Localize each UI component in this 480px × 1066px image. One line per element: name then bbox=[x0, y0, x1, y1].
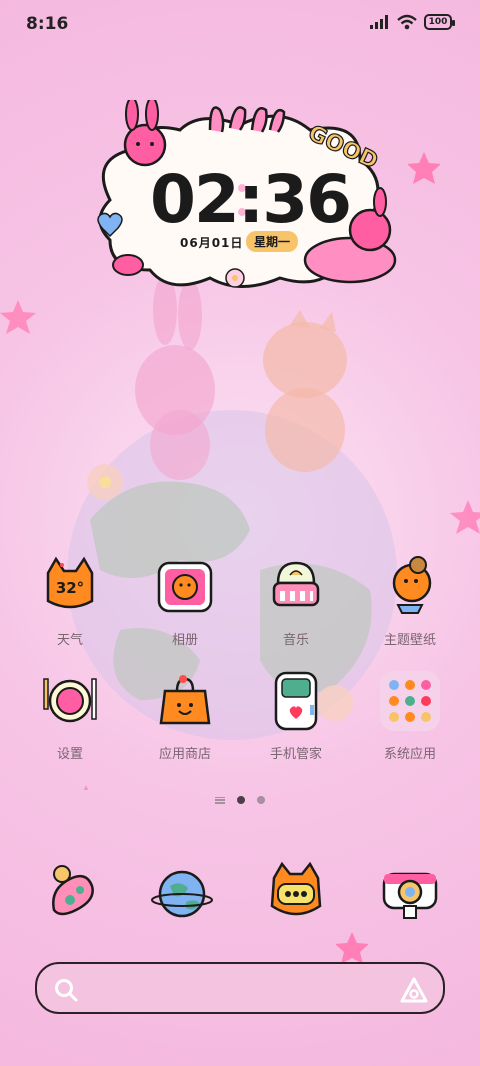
svg-text:32°: 32° bbox=[56, 579, 84, 597]
app-label: 设置 bbox=[56, 747, 83, 762]
dock bbox=[0, 860, 480, 930]
app-weather[interactable]: 32° 天气 bbox=[15, 555, 125, 648]
star-decoration-icon bbox=[408, 152, 440, 184]
theme-icon bbox=[392, 556, 432, 614]
messages-icon[interactable] bbox=[264, 860, 328, 924]
app-label: 主题壁纸 bbox=[383, 633, 436, 648]
app-music[interactable]: 音乐 bbox=[241, 555, 351, 648]
app-store-icon bbox=[159, 675, 211, 725]
star-decoration-icon bbox=[336, 932, 368, 964]
app-label: 系统应用 bbox=[383, 747, 436, 762]
status-time: 8:16 bbox=[26, 14, 69, 34]
app-theme[interactable]: 主题壁纸 bbox=[355, 555, 465, 648]
ai-assistant-icon[interactable] bbox=[399, 976, 429, 1004]
clock-weekday-badge: 星期一 bbox=[246, 231, 299, 252]
clock-widget[interactable]: GOOD 02:36 06月01日 星期一 bbox=[70, 100, 410, 300]
page-dot[interactable] bbox=[257, 796, 265, 804]
app-label: 相册 bbox=[171, 633, 198, 648]
app-gallery[interactable]: 相册 bbox=[130, 555, 240, 648]
signal-icon bbox=[370, 15, 388, 29]
battery-icon: 100 bbox=[424, 14, 455, 30]
app-phone-manager[interactable]: 手机管家 bbox=[241, 669, 351, 762]
clock-date: 06月01日 bbox=[180, 236, 244, 250]
weather-icon: 32° bbox=[46, 556, 94, 609]
search-icon[interactable] bbox=[53, 977, 79, 1003]
app-system-apps-folder[interactable]: 系统应用 bbox=[355, 669, 465, 762]
music-icon bbox=[272, 561, 320, 607]
browser-icon[interactable] bbox=[150, 860, 214, 924]
wifi-icon bbox=[397, 14, 417, 30]
gallery-icon bbox=[157, 561, 213, 613]
app-label: 应用商店 bbox=[158, 747, 211, 762]
page-indicator[interactable] bbox=[0, 796, 480, 804]
phone-manager-icon bbox=[274, 671, 318, 731]
system-apps-folder-icon bbox=[380, 671, 440, 731]
app-drawer-indicator-icon[interactable] bbox=[215, 796, 225, 804]
camera-icon[interactable] bbox=[378, 860, 442, 924]
app-app-store[interactable]: 应用商店 bbox=[130, 669, 240, 762]
app-label: 音乐 bbox=[282, 633, 309, 648]
phone-icon[interactable] bbox=[40, 860, 104, 924]
clock-time: 02:36 bbox=[150, 161, 352, 238]
status-bar: 8:16 100 bbox=[0, 0, 480, 50]
battery-level: 100 bbox=[428, 17, 448, 27]
search-bar[interactable] bbox=[35, 962, 445, 1014]
app-label: 天气 bbox=[56, 633, 83, 648]
app-settings[interactable]: 设置 bbox=[15, 669, 125, 762]
settings-icon bbox=[43, 678, 97, 723]
page-dot-active[interactable] bbox=[237, 796, 245, 804]
app-label: 手机管家 bbox=[269, 747, 322, 762]
